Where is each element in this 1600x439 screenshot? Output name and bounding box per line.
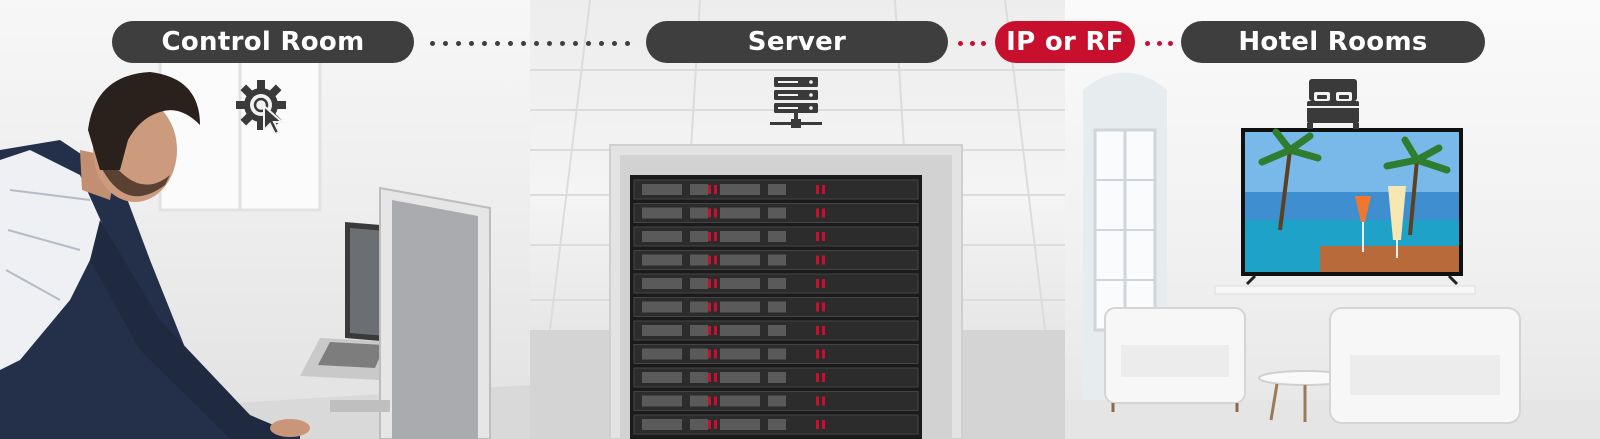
server-rack-photo (530, 0, 1065, 439)
connector-dots-control-server (430, 40, 630, 46)
connector-dots-link-hotel (1145, 40, 1173, 46)
server-network-icon (770, 77, 822, 128)
control-room-scene (0, 58, 530, 439)
control-room-label: Control Room (112, 21, 414, 63)
connector-dots-server-link (958, 40, 986, 46)
hotel-room-photo (1065, 0, 1600, 439)
bed-icon (1307, 79, 1359, 129)
server-label: Server (646, 21, 948, 63)
gear-cursor-icon (236, 80, 286, 136)
hotel-rooms-label: Hotel Rooms (1181, 21, 1485, 63)
server-room-scene (530, 0, 1065, 439)
hotel-room-scene (1065, 72, 1600, 439)
control-room-photo (0, 0, 530, 439)
ip-or-rf-label: IP or RF (995, 21, 1135, 63)
